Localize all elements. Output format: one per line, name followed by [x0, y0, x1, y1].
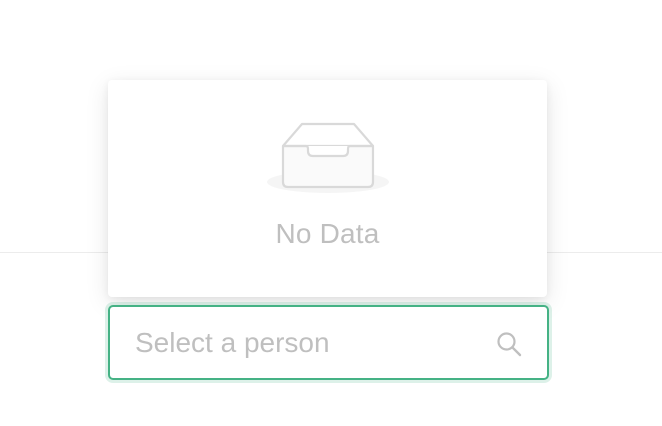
person-select[interactable]: Select a person	[108, 305, 549, 380]
page: No Data Select a person	[0, 0, 662, 426]
search-icon	[497, 332, 522, 357]
select-dropdown-panel: No Data	[108, 80, 547, 297]
select-placeholder: Select a person	[135, 327, 330, 358]
empty-state-text: No Data	[275, 218, 380, 249]
empty-inbox-icon	[267, 122, 389, 193]
